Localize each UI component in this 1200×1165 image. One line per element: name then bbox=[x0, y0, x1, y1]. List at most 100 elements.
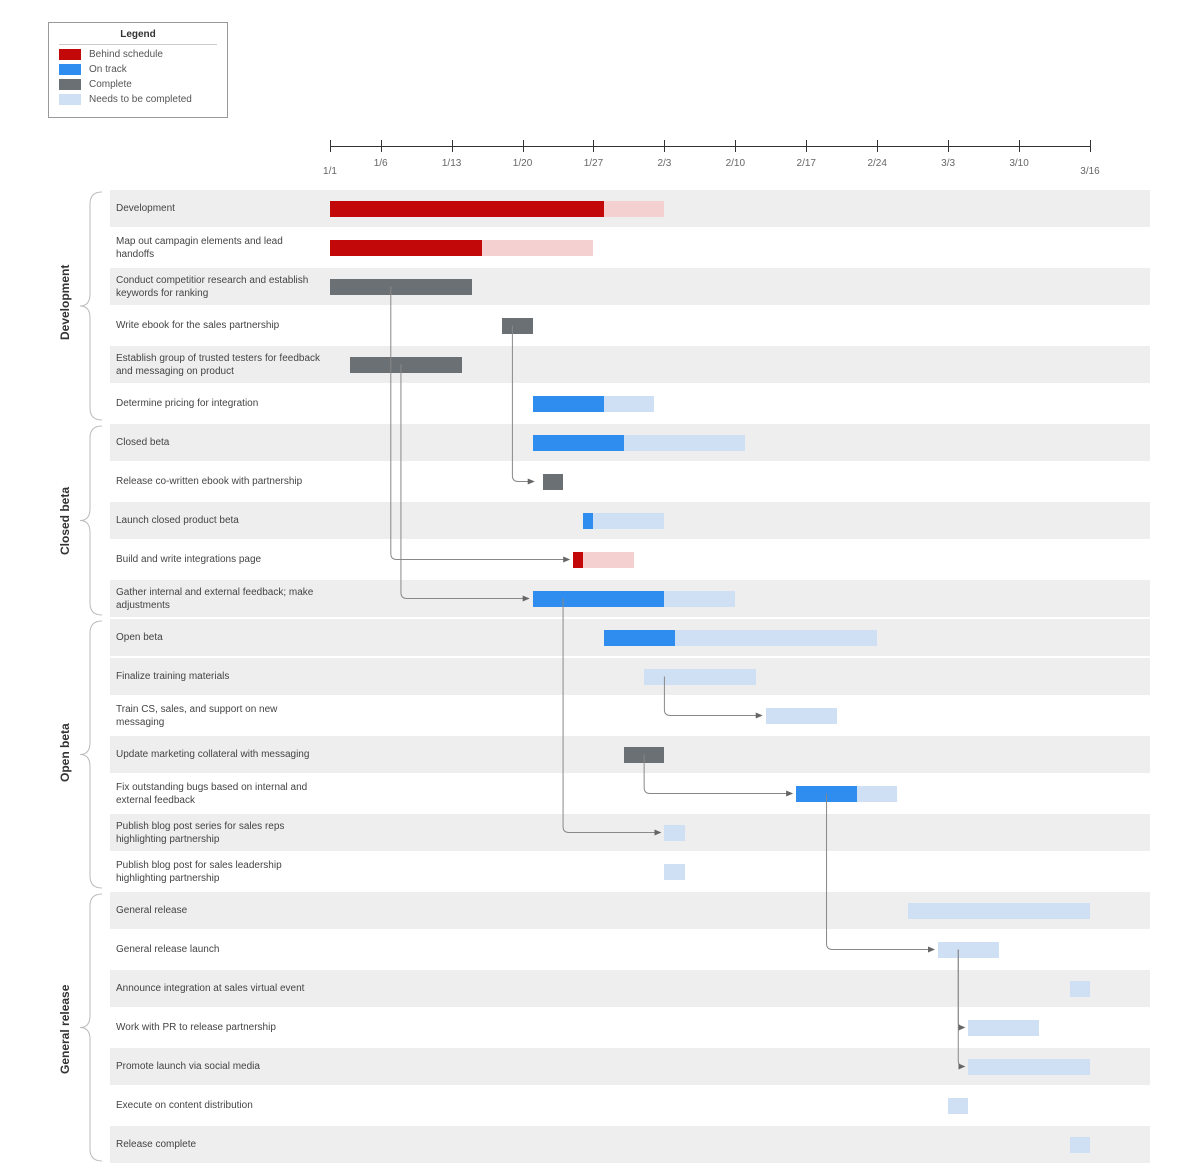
gantt-bar bbox=[644, 669, 755, 685]
gantt-row: Fix outstanding bugs based on internal a… bbox=[110, 775, 1150, 812]
gantt-row: Work with PR to release partnership bbox=[110, 1009, 1150, 1046]
row-label: Build and write integrations page bbox=[110, 541, 330, 578]
row-bars bbox=[330, 619, 1150, 656]
axis-tick-label: 1/6 bbox=[374, 158, 388, 169]
axis-tick bbox=[806, 140, 807, 152]
axis-tick bbox=[1090, 140, 1091, 152]
axis-tick-label: 2/3 bbox=[657, 158, 671, 169]
axis-tick bbox=[735, 140, 736, 152]
row-label: Finalize training materials bbox=[110, 658, 330, 695]
gantt-row: Open beta bbox=[110, 619, 1150, 656]
gantt-bar bbox=[604, 201, 665, 217]
row-label: Open beta bbox=[110, 619, 330, 656]
row-bars bbox=[330, 346, 1150, 383]
chart-body: DevelopmentMap out campagin elements and… bbox=[110, 190, 1150, 1165]
legend-label: On track bbox=[89, 64, 127, 75]
axis-tick-label: 3/10 bbox=[1009, 158, 1028, 169]
axis-tick-label: 1/27 bbox=[584, 158, 603, 169]
axis-tick bbox=[523, 140, 524, 152]
legend-swatch bbox=[59, 94, 81, 105]
gantt-bar bbox=[583, 552, 634, 568]
gantt-row: Build and write integrations page bbox=[110, 541, 1150, 578]
group-brace bbox=[78, 619, 106, 890]
gantt-bar bbox=[664, 825, 684, 841]
gantt-row: Launch closed product beta bbox=[110, 502, 1150, 539]
gantt-row: Promote launch via social media bbox=[110, 1048, 1150, 1085]
axis-tick-label: 1/13 bbox=[442, 158, 461, 169]
timeline-axis: 1/61/131/201/272/32/102/172/243/33/10 1/… bbox=[330, 136, 1090, 170]
axis-tick bbox=[381, 140, 382, 152]
row-bars bbox=[330, 775, 1150, 812]
gantt-bar bbox=[604, 630, 675, 646]
gantt-bar bbox=[1070, 981, 1090, 997]
gantt-bar bbox=[583, 513, 593, 529]
row-label: Gather internal and external feedback; m… bbox=[110, 580, 330, 617]
gantt-row: Conduct competitior research and establi… bbox=[110, 268, 1150, 305]
row-label: Promote launch via social media bbox=[110, 1048, 330, 1085]
row-bars bbox=[330, 190, 1150, 227]
row-bars bbox=[330, 307, 1150, 344]
row-label: Fix outstanding bugs based on internal a… bbox=[110, 775, 330, 812]
gantt-row: Gather internal and external feedback; m… bbox=[110, 580, 1150, 617]
row-label: Conduct competitior research and establi… bbox=[110, 268, 330, 305]
gantt-bar bbox=[350, 357, 461, 373]
row-bars bbox=[330, 385, 1150, 422]
gantt-row: Train CS, sales, and support on new mess… bbox=[110, 697, 1150, 734]
legend-item: Needs to be completed bbox=[59, 94, 217, 105]
gantt-row: Update marketing collateral with messagi… bbox=[110, 736, 1150, 773]
gantt-bar bbox=[533, 591, 665, 607]
row-label: Update marketing collateral with messagi… bbox=[110, 736, 330, 773]
gantt-bar bbox=[664, 864, 684, 880]
axis-tick bbox=[948, 140, 949, 152]
axis-tick bbox=[593, 140, 594, 152]
row-label: Establish group of trusted testers for f… bbox=[110, 346, 330, 383]
row-bars bbox=[330, 736, 1150, 773]
axis-line bbox=[330, 146, 1090, 147]
row-bars bbox=[330, 853, 1150, 890]
axis-tick-label: 2/24 bbox=[867, 158, 886, 169]
row-bars bbox=[330, 970, 1150, 1007]
row-label: Publish blog post series for sales reps … bbox=[110, 814, 330, 851]
axis-tick bbox=[877, 140, 878, 152]
gantt-row: Release co-written ebook with partnershi… bbox=[110, 463, 1150, 500]
legend-item: Complete bbox=[59, 79, 217, 90]
gantt-bar bbox=[482, 240, 593, 256]
row-label: Closed beta bbox=[110, 424, 330, 461]
gantt-bar bbox=[543, 474, 563, 490]
row-bars bbox=[330, 658, 1150, 695]
gantt-bar bbox=[533, 396, 604, 412]
row-bars bbox=[330, 931, 1150, 968]
row-label: Development bbox=[110, 190, 330, 227]
gantt-bar bbox=[533, 435, 624, 451]
axis-tick bbox=[330, 140, 331, 152]
gantt-bar bbox=[908, 903, 1090, 919]
gantt-row: General release bbox=[110, 892, 1150, 929]
row-label: Work with PR to release partnership bbox=[110, 1009, 330, 1046]
row-bars bbox=[330, 697, 1150, 734]
gantt-row: Publish blog post for sales leadership h… bbox=[110, 853, 1150, 890]
gantt-bar bbox=[938, 942, 999, 958]
gantt-row: Finalize training materials bbox=[110, 658, 1150, 695]
gantt-bar bbox=[573, 552, 583, 568]
legend: Legend Behind scheduleOn trackCompleteNe… bbox=[48, 22, 228, 118]
row-bars bbox=[330, 229, 1150, 266]
gantt-bar bbox=[1070, 1137, 1090, 1153]
gantt-bar bbox=[330, 240, 482, 256]
legend-label: Complete bbox=[89, 79, 132, 90]
legend-label: Behind schedule bbox=[89, 49, 163, 60]
legend-item: On track bbox=[59, 64, 217, 75]
row-bars bbox=[330, 1009, 1150, 1046]
legend-swatch bbox=[59, 49, 81, 60]
legend-swatch bbox=[59, 79, 81, 90]
legend-item: Behind schedule bbox=[59, 49, 217, 60]
group-brace bbox=[78, 424, 106, 617]
legend-swatch bbox=[59, 64, 81, 75]
row-bars bbox=[330, 1126, 1150, 1163]
gantt-bar bbox=[593, 513, 664, 529]
axis-tick bbox=[452, 140, 453, 152]
axis-start: 1/1 bbox=[323, 166, 337, 177]
gantt-bar bbox=[330, 201, 604, 217]
gantt-bar bbox=[968, 1059, 1090, 1075]
group-label: Development bbox=[58, 265, 72, 340]
gantt-row: Announce integration at sales virtual ev… bbox=[110, 970, 1150, 1007]
